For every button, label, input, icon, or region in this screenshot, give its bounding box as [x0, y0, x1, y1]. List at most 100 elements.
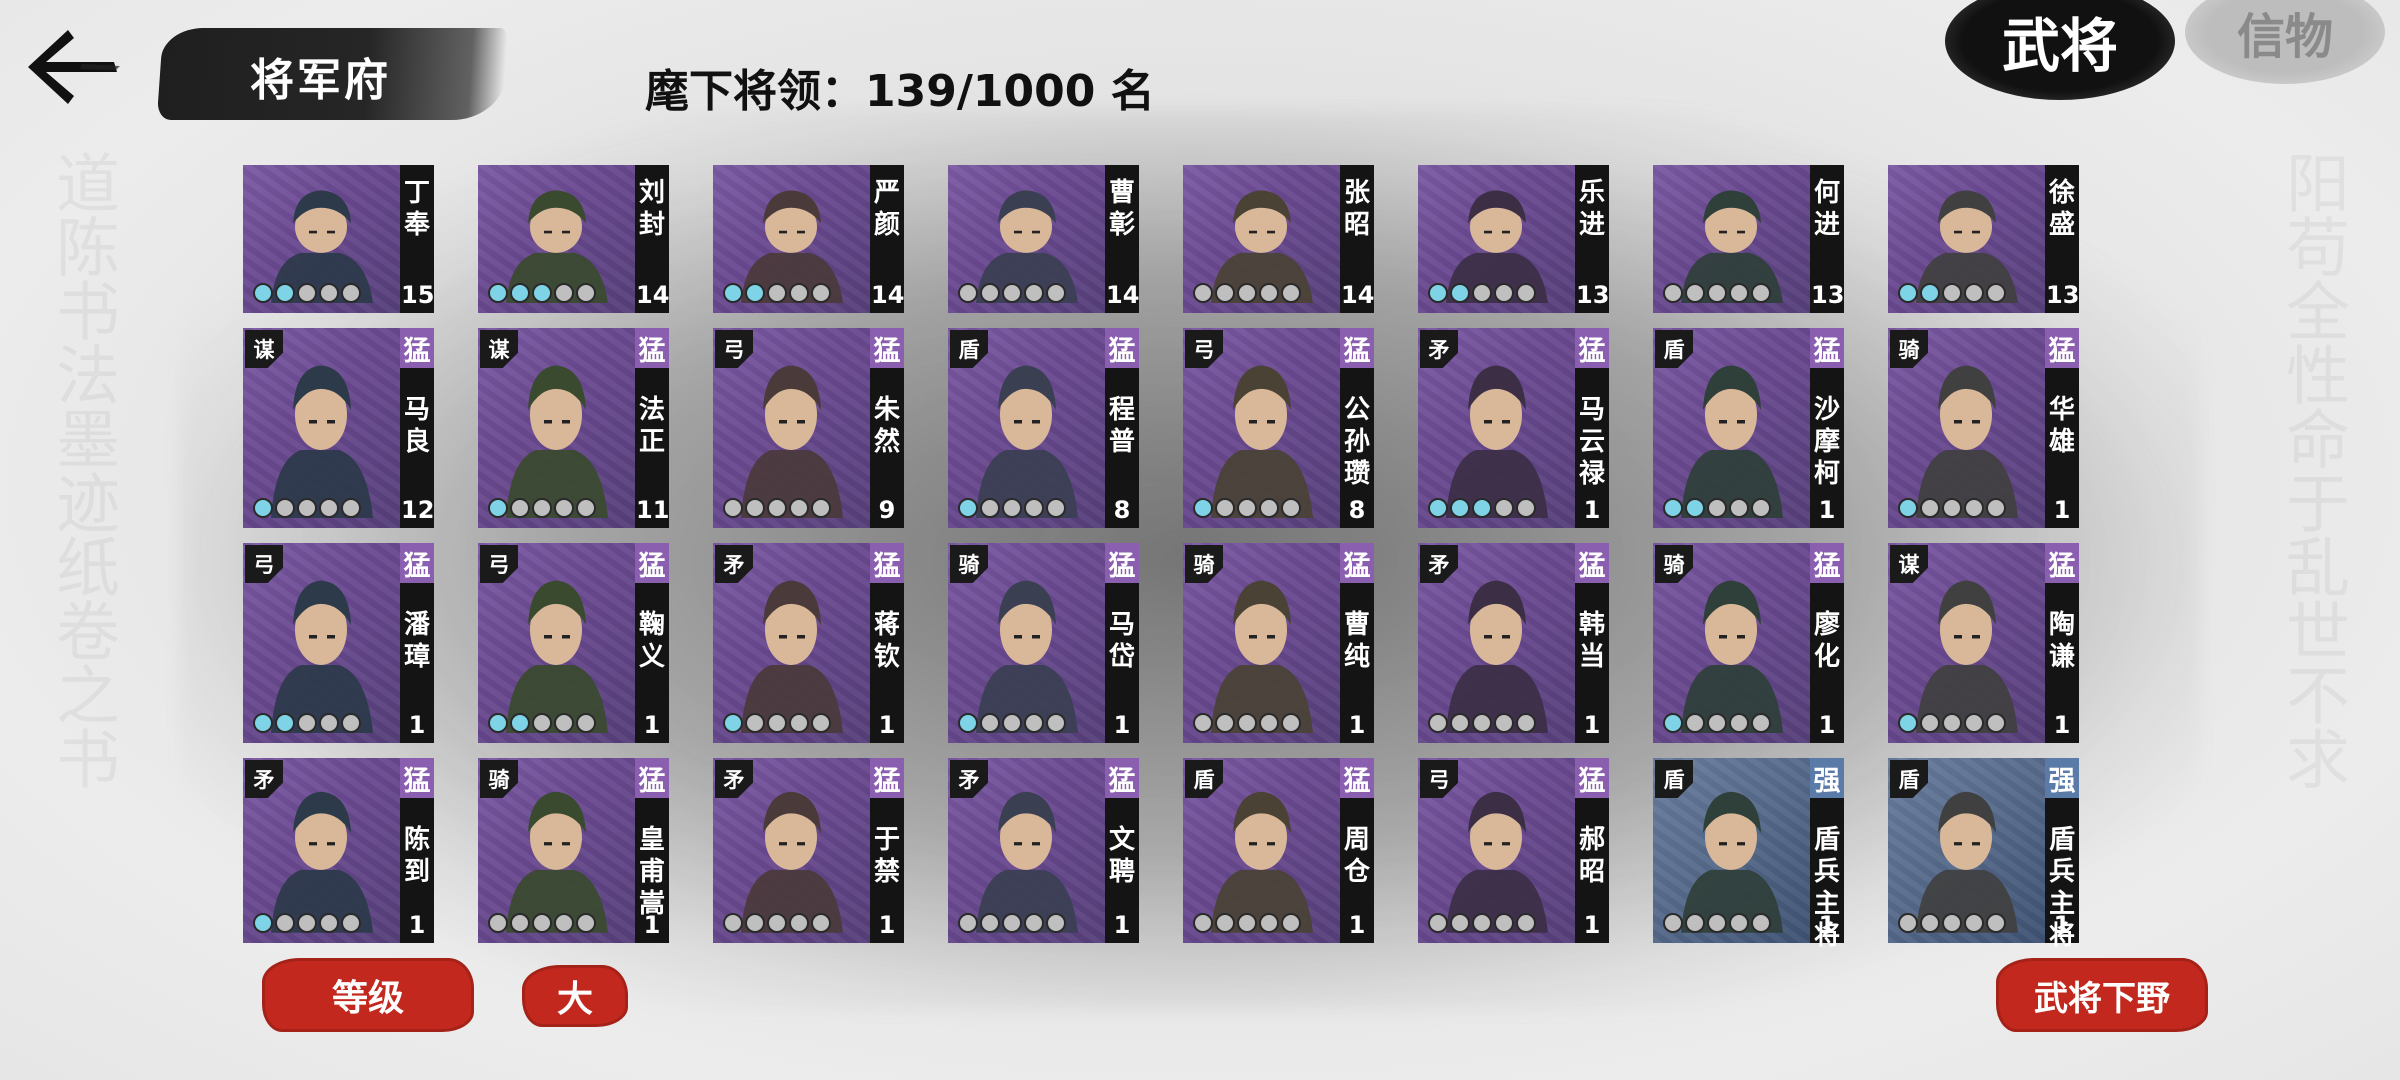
general-level: 1 [643, 911, 661, 939]
general-level: 1 [408, 911, 426, 939]
star-icon [488, 913, 508, 933]
star-icon [1920, 913, 1940, 933]
general-card[interactable]: 严颜 14 [713, 165, 904, 313]
general-card[interactable]: 猛蒋钦 1 矛 [713, 543, 904, 743]
tab-generals[interactable]: 武将 [1945, 0, 2175, 100]
general-card[interactable]: 猛法正 11 谋 [478, 328, 669, 528]
star-icon [723, 913, 743, 933]
general-figure-icon [976, 580, 1078, 733]
star-icon [1729, 713, 1749, 733]
tab-tokens[interactable]: 信物 [2185, 0, 2385, 84]
star-icon [341, 713, 361, 733]
star-icon [1046, 713, 1066, 733]
general-card[interactable]: 猛皇甫嵩 1 骑 [478, 758, 669, 943]
star-icon [1751, 713, 1771, 733]
general-card[interactable]: 猛于禁 1 矛 [713, 758, 904, 943]
general-name: 何进 [1813, 178, 1840, 240]
general-card[interactable]: 猛周仓 1 盾 [1183, 758, 1374, 943]
star-icon [958, 283, 978, 303]
general-card[interactable]: 曹彰 14 [948, 165, 1139, 313]
star-icon [767, 498, 787, 518]
general-card[interactable]: 猛郝昭 1 弓 [1418, 758, 1609, 943]
general-card[interactable]: 张昭 14 [1183, 165, 1374, 313]
general-card[interactable]: 猛曹纯 1 骑 [1183, 543, 1374, 743]
star-icon [1663, 498, 1683, 518]
general-card[interactable]: 猛韩当 1 矛 [1418, 543, 1609, 743]
calligraphy-glyph: 卷 [45, 598, 119, 662]
general-card[interactable]: 猛廖化 1 骑 [1653, 543, 1844, 743]
general-card[interactable]: 徐盛 13 [1888, 165, 2079, 313]
general-level: 9 [878, 496, 896, 524]
star-rating [488, 913, 596, 933]
elite-badge: 猛 [1105, 758, 1139, 798]
general-level: 8 [1113, 496, 1131, 524]
general-figure-icon [976, 365, 1078, 518]
star-icon [1685, 913, 1705, 933]
star-rating [488, 498, 596, 518]
calligraphy-glyph: 之 [45, 662, 119, 726]
elite-badge: 猛 [1105, 328, 1139, 368]
sort-order-button[interactable]: 大 [522, 965, 628, 1027]
general-name: 马云禄 [1578, 395, 1605, 489]
star-icon [510, 713, 530, 733]
star-icon [319, 283, 339, 303]
star-icon [1046, 913, 1066, 933]
general-card[interactable]: 猛马云禄 1 矛 [1418, 328, 1609, 528]
back-arrow-icon [28, 30, 120, 104]
calligraphy-glyph: 阳 [2275, 150, 2349, 214]
star-icon [488, 713, 508, 733]
general-name: 陶谦 [2048, 610, 2075, 672]
general-card[interactable]: 猛鞠义 1 弓 [478, 543, 669, 743]
general-name: 韩当 [1578, 610, 1605, 672]
general-level: 1 [878, 911, 896, 939]
general-card[interactable]: 猛马良 12 谋 [243, 328, 434, 528]
general-card[interactable]: 猛潘璋 1 弓 [243, 543, 434, 743]
star-icon [1428, 283, 1448, 303]
star-icon [1663, 283, 1683, 303]
general-card[interactable]: 猛朱然 9 弓 [713, 328, 904, 528]
star-icon [1920, 283, 1940, 303]
star-icon [1002, 498, 1022, 518]
general-name: 朱然 [873, 395, 900, 457]
star-icon [1685, 498, 1705, 518]
release-general-button[interactable]: 武将下野 [1996, 958, 2208, 1032]
general-card[interactable]: 乐进 13 [1418, 165, 1609, 313]
general-figure-icon [271, 365, 373, 518]
general-card[interactable]: 猛陶谦 1 谋 [1888, 543, 2079, 743]
general-name: 周仓 [1343, 825, 1370, 887]
general-card[interactable]: 猛程普 8 盾 [948, 328, 1139, 528]
star-rating [1193, 913, 1301, 933]
star-icon [1898, 913, 1918, 933]
star-icon [1428, 713, 1448, 733]
general-card[interactable]: 猛公孙瓒 8 弓 [1183, 328, 1374, 528]
star-icon [1663, 913, 1683, 933]
star-icon [253, 713, 273, 733]
star-icon [745, 283, 765, 303]
general-card[interactable]: 猛华雄 1 骑 [1888, 328, 2079, 528]
calligraphy-glyph: 世 [2275, 598, 2349, 662]
star-icon [1193, 283, 1213, 303]
sort-by-level-button[interactable]: 等级 [262, 958, 474, 1032]
star-icon [554, 498, 574, 518]
general-card[interactable]: 猛陈到 1 矛 [243, 758, 434, 943]
back-button[interactable] [22, 22, 122, 112]
calligraphy-background-right: 阳苟全性命于乱世不求 [2270, 150, 2354, 1050]
general-card[interactable]: 猛文聘 1 矛 [948, 758, 1139, 943]
general-figure-icon [1681, 365, 1783, 518]
general-card[interactable]: 猛马岱 1 骑 [948, 543, 1139, 743]
general-card[interactable]: 强盾兵主将 1 盾 [1653, 758, 1844, 951]
star-icon [275, 913, 295, 933]
star-icon [1472, 913, 1492, 933]
calligraphy-glyph: 苟 [2275, 214, 2349, 278]
general-level: 8 [1348, 496, 1366, 524]
star-rating [1663, 498, 1771, 518]
general-card[interactable]: 丁奉 15 [243, 165, 434, 313]
general-card[interactable]: 刘封 14 [478, 165, 669, 313]
general-card[interactable]: 猛沙摩柯 1 盾 [1653, 328, 1844, 528]
calligraphy-glyph: 不 [2275, 662, 2349, 726]
star-rating [1428, 498, 1536, 518]
general-card[interactable]: 强盾兵主将 1 盾 [1888, 758, 2079, 951]
general-row: 猛陈到 1 矛猛皇甫嵩 1 骑猛于禁 1 矛猛文聘 1 矛猛周仓 1 盾猛郝昭 1 弓强盾兵主将 1 盾强盾… [243, 758, 2123, 951]
general-card[interactable]: 何进 13 [1653, 165, 1844, 313]
elite-badge: 强 [1810, 758, 1844, 798]
